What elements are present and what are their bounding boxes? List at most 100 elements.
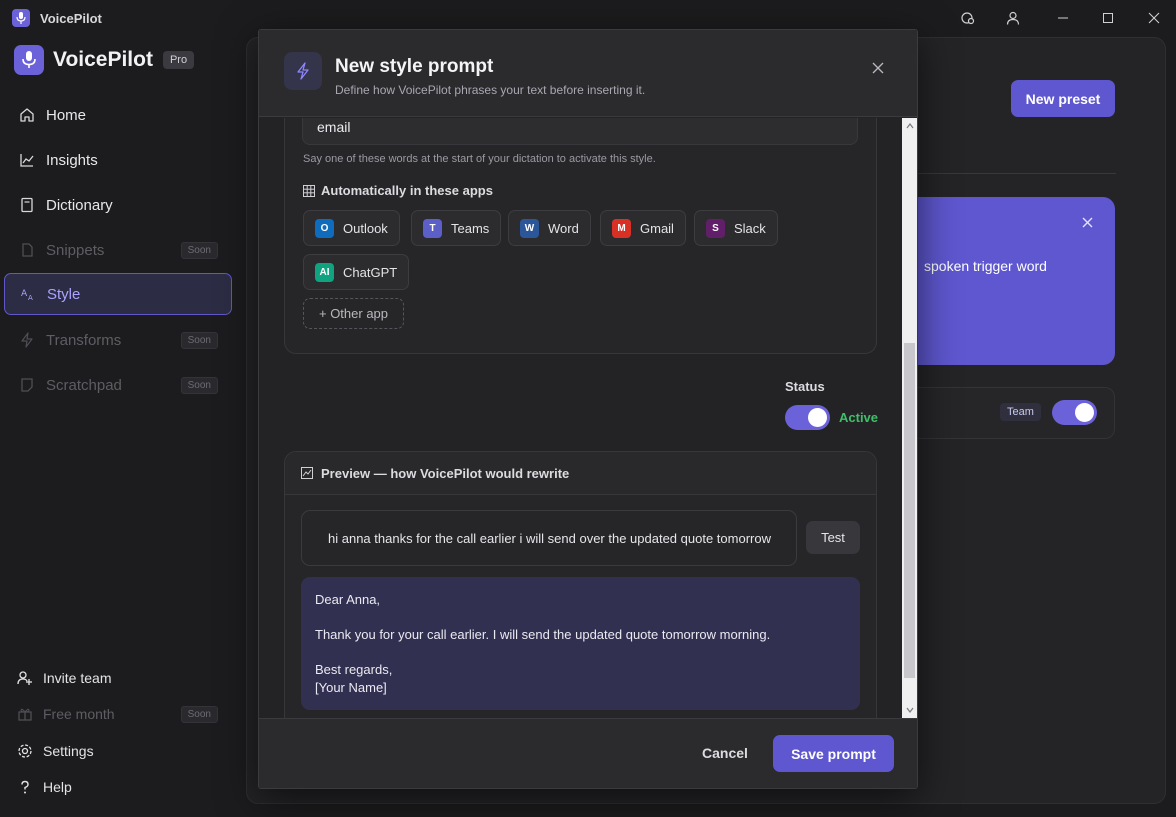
sidebar-item-label: Snippets [46,241,105,259]
sidebar-item-insights[interactable]: Insights [4,139,232,181]
apps-label: Automatically in these apps [303,183,493,198]
status-toggle[interactable] [785,405,830,430]
preview-result: Dear Anna, Thank you for your call earli… [301,577,860,710]
outlook-icon: O [315,218,334,238]
app-chip-chatgpt[interactable]: AI ChatGPT [303,254,410,290]
preview-input[interactable]: hi anna thanks for the call earlier i wi… [301,510,797,566]
slack-icon: S [706,218,725,238]
new-style-prompt-dialog: New style prompt Define how VoicePilot p… [258,29,918,789]
sidebar-item-label: Style [47,285,81,303]
sidebar-item-label: Transforms [46,331,122,349]
sidebar-item-help[interactable]: Help [4,770,232,804]
app-chip-word[interactable]: W Word [508,210,591,246]
sidebar-item-label: Help [43,779,72,795]
save-prompt-button[interactable]: Save prompt [773,735,894,772]
grid-icon [303,184,315,197]
dialog-body: email Say one of these words at the star… [259,118,901,718]
cancel-button[interactable]: Cancel [699,735,751,771]
sidebar-item-scratchpad: Scratchpad Soon [4,364,232,406]
svg-text:A: A [28,294,33,302]
trigger-helper-text: Say one of these words at the start of y… [303,153,656,165]
maximize-icon[interactable] [1094,6,1122,30]
sidebar-item-label: Settings [43,743,94,759]
sidebar-item-invite-team[interactable]: Invite team [4,661,232,695]
test-button[interactable]: Test [806,521,860,554]
brand-name: VoicePilot [53,48,153,71]
gear-icon [16,742,34,760]
chart-icon [18,151,36,169]
status-value: Active [839,410,879,425]
soon-badge: Soon [180,241,218,259]
app-chip-label: Gmail [640,220,674,236]
brand: VoicePilot Pro [14,45,195,75]
plan-badge: Pro [162,51,195,69]
trigger-word-value: email [317,118,351,135]
app-chip-teams[interactable]: T Teams [411,210,502,246]
sidebar-item-free-month: Free month Soon [4,697,232,731]
preview-icon [301,467,313,479]
soon-badge: Soon [180,376,218,394]
sidebar-item-label: Dictionary [46,196,113,214]
scrollbar-thumb[interactable] [904,343,915,678]
app-chip-outlook[interactable]: O Outlook [303,210,400,246]
apps-label-text: Automatically in these apps [321,183,493,198]
divider [918,173,1116,174]
soon-badge: Soon [180,331,218,349]
teams-icon: T [423,218,442,238]
trigger-word-input[interactable]: email [302,118,858,145]
bolt-icon [18,331,36,349]
toggle-knob [808,408,827,427]
note-icon [18,376,36,394]
banner-close-icon[interactable] [1082,215,1093,233]
sidebar-item-label: Invite team [43,670,112,686]
home-icon [18,106,36,124]
brand-mic-icon [14,45,44,75]
help-icon [16,778,34,796]
gmail-icon: M [612,218,631,238]
theme-icon[interactable] [954,6,982,30]
sidebar-item-style[interactable]: AA Style [4,273,232,315]
sidebar-item-home[interactable]: Home [4,94,232,136]
dialog-title: New style prompt [335,56,494,77]
preview-card: Preview — how VoicePilot would rewrite h… [284,451,877,718]
sidebar-item-label: Insights [46,151,98,169]
preview-input-value: hi anna thanks for the call earlier i wi… [328,530,772,546]
app-chip-label: ChatGPT [343,264,398,280]
new-preset-button[interactable]: New preset [1011,80,1115,117]
app-chip-gmail[interactable]: M Gmail [600,210,686,246]
preview-result-text: Dear Anna, Thank you for your call earli… [315,592,771,695]
close-icon[interactable] [1140,6,1168,30]
snippet-icon [18,241,36,259]
chatgpt-icon: AI [315,262,334,282]
sidebar-item-snippets: Snippets Soon [4,229,232,271]
sidebar-item-label: Home [46,106,87,124]
preview-title: Preview — how VoicePilot would rewrite [321,465,570,481]
team-badge: Team [1000,403,1041,421]
app-mic-icon [12,9,30,27]
bolt-icon [284,52,322,90]
sidebar-item-dictionary[interactable]: Dictionary [4,184,232,226]
svg-text:A: A [21,289,28,299]
account-icon[interactable] [999,6,1027,30]
dialog-close-icon[interactable] [868,58,888,78]
book-icon [18,196,36,214]
sidebar-item-settings[interactable]: Settings [4,734,232,768]
scroll-down-icon[interactable] [902,703,917,717]
dialog-subtitle: Define how VoicePilot phrases your text … [335,83,646,97]
sidebar-item-label: Free month [43,706,115,722]
app-chip-label: Teams [451,220,490,236]
word-icon: W [520,218,539,238]
sidebar-item-transforms: Transforms Soon [4,319,232,361]
add-other-app-button[interactable]: + Other app [303,298,404,329]
app-chip-slack[interactable]: S Slack [694,210,778,246]
preset-toggle[interactable] [1052,400,1097,425]
toggle-knob [1075,403,1094,422]
minimize-icon[interactable] [1049,6,1077,30]
status-label: Status [785,379,825,394]
invite-icon [16,669,34,687]
preview-header: Preview — how VoicePilot would rewrite [285,452,876,495]
sidebar-item-label: Scratchpad [46,376,122,394]
gift-icon [16,705,34,723]
banner-text: spoken trigger word [924,258,1047,274]
scroll-up-icon[interactable] [902,119,917,133]
